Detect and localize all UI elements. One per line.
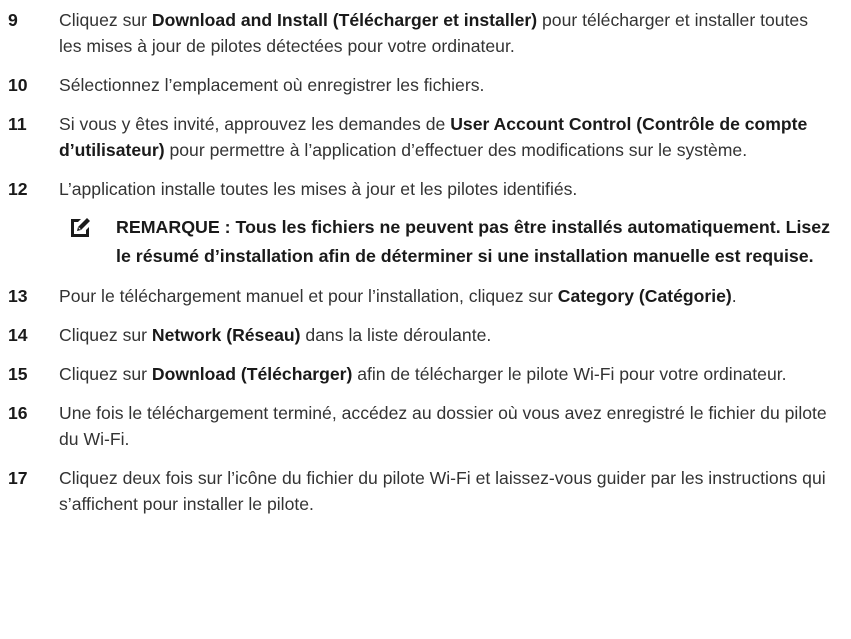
step-9: 9 Cliquez sur Download and Install (Télé… [8, 7, 831, 59]
step-number: 11 [8, 114, 27, 134]
step-16: 16 Une fois le téléchargement terminé, a… [8, 400, 831, 452]
step-11: 11 Si vous y êtes invité, approuvez les … [8, 111, 831, 163]
step-number: 16 [8, 403, 28, 423]
step-10: 10 Sélectionnez l’emplacement où enregis… [8, 72, 831, 98]
step-text-run: pour permettre à l’application d’effectu… [164, 140, 748, 160]
step-text: Sélectionnez l’emplacement où enregistre… [59, 75, 484, 95]
step-text-bold-run: Category (Catégorie) [557, 286, 732, 306]
step-text-bold-run: Download and Install (Télécharger et ins… [151, 10, 538, 30]
step-text-run: L’application installe toutes les mises … [59, 179, 578, 199]
step-text-run: Cliquez sur [59, 364, 152, 384]
step-number: 9 [8, 10, 18, 30]
step-text: Cliquez sur Network (Réseau) dans la lis… [59, 325, 491, 345]
step-13: 13 Pour le téléchargement manuel et pour… [8, 283, 831, 309]
step-text-run: afin de télécharger le pilote Wi-Fi pour… [352, 364, 787, 384]
step-text-run: Cliquez sur [59, 325, 152, 345]
step-text-bold-run: Download (Télécharger) [151, 364, 353, 384]
step-number: 14 [8, 325, 28, 345]
step-number: 15 [8, 364, 28, 384]
step-12: 12 L’application installe toutes les mis… [8, 176, 831, 202]
step-text-run: Cliquez deux fois sur l’icône du fichier… [59, 468, 826, 514]
step-text: Si vous y êtes invité, approuvez les dem… [59, 114, 807, 160]
step-17: 17 Cliquez deux fois sur l’icône du fich… [8, 465, 831, 517]
step-text-run: Pour le téléchargement manuel et pour l’… [59, 286, 558, 306]
step-number: 10 [8, 75, 28, 95]
step-text-run: Sélectionnez l’emplacement où enregistre… [59, 75, 485, 95]
step-text-run: Une fois le téléchargement terminé, accé… [59, 403, 827, 449]
step-text-run: dans la liste déroulante. [300, 325, 492, 345]
step-text-bold-run: Network (Réseau) [151, 325, 301, 345]
step-text-run: Si vous y êtes invité, approuvez les dem… [59, 114, 451, 134]
step-text-run: . [731, 286, 737, 306]
note-callout: REMARQUE : Tous les fichiers ne peuvent … [8, 213, 831, 271]
step-text: L’application installe toutes les mises … [59, 179, 577, 199]
step-number: 13 [8, 286, 28, 306]
step-text-run: Cliquez sur [59, 10, 152, 30]
document-page: 9 Cliquez sur Download and Install (Télé… [0, 0, 851, 517]
step-number: 12 [8, 179, 28, 199]
step-text: Cliquez sur Download (Télécharger) afin … [59, 364, 787, 384]
step-text: Pour le téléchargement manuel et pour l’… [59, 286, 737, 306]
pencil-note-icon [71, 218, 90, 237]
step-14: 14 Cliquez sur Network (Réseau) dans la … [8, 322, 831, 348]
step-text: Cliquez deux fois sur l’icône du fichier… [59, 468, 826, 514]
step-text: Une fois le téléchargement terminé, accé… [59, 403, 827, 449]
step-15: 15 Cliquez sur Download (Télécharger) af… [8, 361, 831, 387]
step-number: 17 [8, 468, 28, 488]
step-text: Cliquez sur Download and Install (Téléch… [59, 10, 808, 56]
note-text: REMARQUE : Tous les fichiers ne peuvent … [116, 217, 831, 266]
